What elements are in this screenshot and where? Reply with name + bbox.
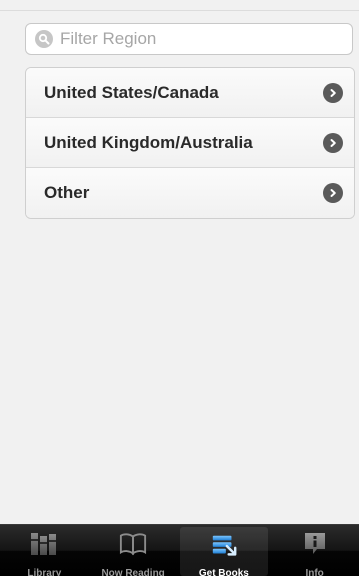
search-icon bbox=[35, 30, 53, 48]
tab-bar: Library Now Reading Get Books Info bbox=[0, 524, 359, 576]
open-book-icon bbox=[119, 531, 147, 557]
region-label: United Kingdom/Australia bbox=[44, 132, 253, 152]
tab-get-books[interactable]: Get Books bbox=[179, 527, 269, 576]
tab-label: Get Books bbox=[198, 568, 249, 576]
tab-library[interactable]: Library bbox=[0, 525, 89, 576]
chevron-right-icon bbox=[323, 82, 343, 103]
tab-label: Info bbox=[305, 568, 324, 576]
filter-region-search-box[interactable] bbox=[25, 23, 353, 55]
tab-info[interactable]: Info bbox=[270, 525, 359, 576]
get-books-screen: United States/Canada United Kingdom/Aust… bbox=[0, 0, 359, 576]
top-divider bbox=[0, 10, 359, 11]
get-books-icon bbox=[210, 533, 238, 559]
region-label: Other bbox=[44, 183, 90, 202]
library-icon bbox=[30, 531, 58, 557]
filter-region-input[interactable] bbox=[60, 29, 330, 49]
tab-now-reading[interactable]: Now Reading bbox=[89, 525, 178, 576]
region-list: United States/Canada United Kingdom/Aust… bbox=[25, 67, 355, 219]
tab-label: Library bbox=[27, 568, 62, 576]
tab-label: Now Reading bbox=[101, 568, 165, 576]
region-item-united-kingdom-australia[interactable]: United Kingdom/Australia bbox=[26, 118, 354, 168]
region-item-other[interactable]: Other bbox=[26, 168, 354, 218]
chevron-right-icon bbox=[323, 132, 343, 153]
region-label: United States/Canada bbox=[44, 82, 219, 102]
chevron-right-icon bbox=[323, 183, 343, 203]
info-icon bbox=[301, 531, 329, 557]
region-item-united-states-canada[interactable]: United States/Canada bbox=[26, 68, 354, 118]
